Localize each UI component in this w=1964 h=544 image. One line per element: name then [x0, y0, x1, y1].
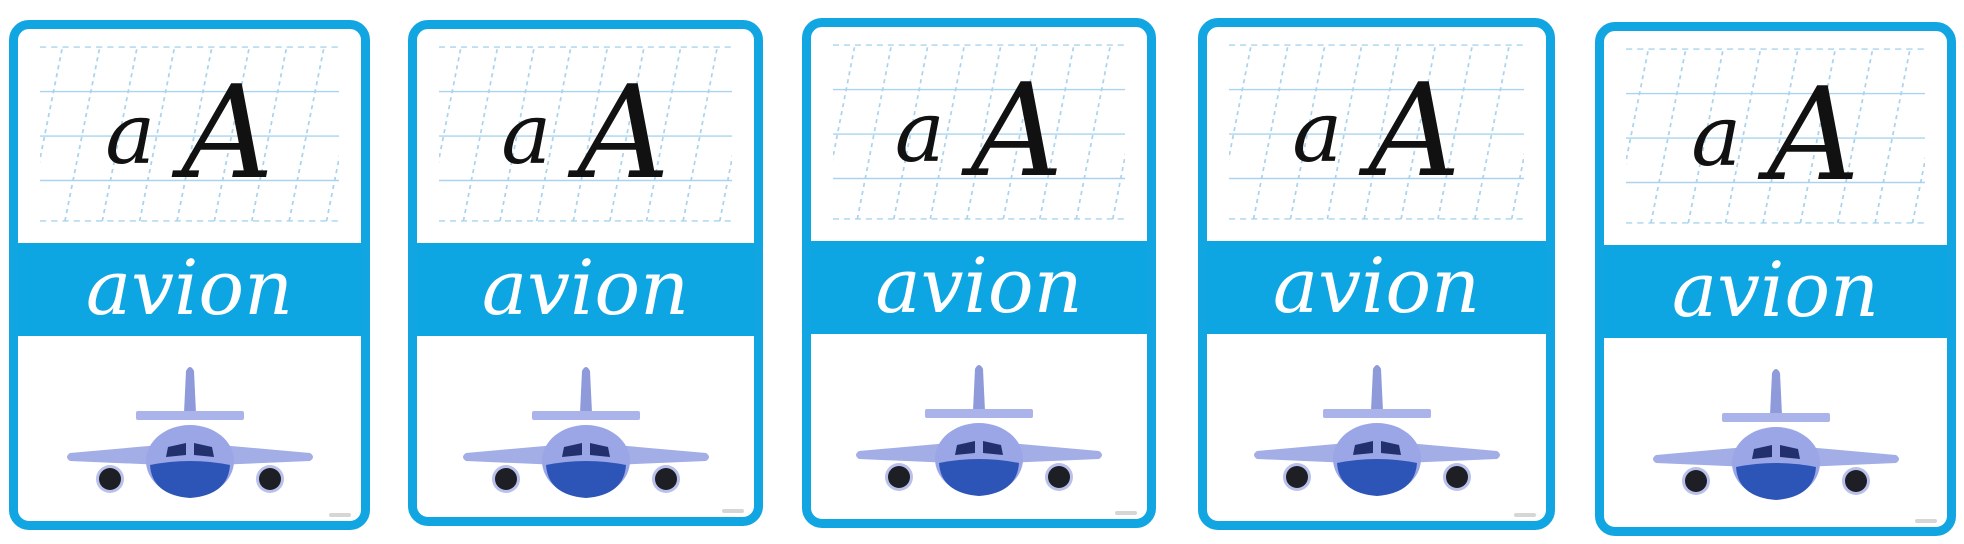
- letter-card: aA avion: [1595, 22, 1956, 536]
- footer-mark: [329, 513, 351, 517]
- airplane-icon: [1646, 363, 1906, 503]
- lowercase-letter: a: [105, 85, 156, 183]
- airplane-icon: [1247, 359, 1507, 499]
- card-word: avion: [1272, 241, 1481, 330]
- lowercase-letter: a: [1292, 83, 1343, 181]
- footer-mark: [1915, 519, 1937, 523]
- letter-card: aA avion: [1198, 18, 1555, 530]
- uppercase-letter: A: [181, 59, 274, 208]
- uppercase-letter: A: [970, 57, 1064, 206]
- uppercase-letter: A: [577, 59, 670, 208]
- card-word: avion: [875, 241, 1083, 330]
- letter-card: aA avion: [802, 18, 1156, 528]
- airplane-icon: [60, 361, 320, 501]
- cursive-letters: aA: [1207, 57, 1546, 207]
- cursive-letters: aA: [417, 59, 754, 209]
- letter-card: aA avion: [9, 20, 370, 530]
- card-word: avion: [85, 243, 294, 332]
- cursive-letters: aA: [18, 59, 361, 209]
- footer-mark: [1514, 513, 1536, 517]
- airplane-icon: [849, 359, 1109, 499]
- airplane-icon: [456, 361, 716, 501]
- footer-mark: [1115, 511, 1137, 515]
- lowercase-letter: a: [501, 85, 552, 183]
- card-word: avion: [481, 243, 690, 332]
- uppercase-letter: A: [1767, 61, 1860, 210]
- cursive-letters: aA: [1604, 61, 1947, 211]
- letter-card: aA avion: [408, 20, 763, 526]
- lowercase-letter: a: [1691, 87, 1742, 185]
- footer-mark: [722, 509, 744, 513]
- lowercase-letter: a: [894, 83, 945, 181]
- cursive-letters: aA: [811, 57, 1147, 207]
- card-word: avion: [1671, 245, 1880, 334]
- uppercase-letter: A: [1368, 57, 1461, 206]
